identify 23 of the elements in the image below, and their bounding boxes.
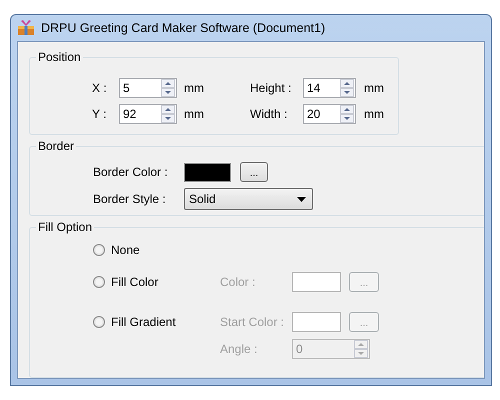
number-field[interactable]: 5: [119, 78, 177, 98]
field-label: Border Color :: [93, 165, 169, 179]
field-label: Angle :: [220, 342, 258, 356]
unit-label: mm: [363, 107, 385, 121]
field-label: Border Style :: [93, 192, 167, 206]
window-title: DRPU Greeting Card Maker Software (Document1): [41, 21, 326, 35]
unit-label: mm: [183, 81, 205, 95]
field-label: X :: [92, 81, 108, 95]
unit-label: mm: [363, 81, 385, 95]
field-label: Width :: [250, 107, 288, 121]
field-label: Start Color :: [220, 315, 286, 329]
unit-label: mm: [183, 107, 205, 121]
field-label: Height :: [250, 81, 292, 95]
number-field[interactable]: 20: [303, 104, 356, 124]
style-dropdown[interactable]: Solid: [184, 188, 313, 210]
field-label: Color :: [220, 275, 256, 289]
field-label: Y :: [92, 107, 108, 121]
number-field[interactable]: 14: [303, 78, 356, 98]
number-field[interactable]: 92: [119, 104, 177, 124]
group-title: Position: [37, 50, 82, 64]
group-title: Border: [37, 139, 76, 153]
group-title: Fill Option: [37, 220, 94, 234]
browse-button[interactable]: ...: [240, 162, 268, 182]
